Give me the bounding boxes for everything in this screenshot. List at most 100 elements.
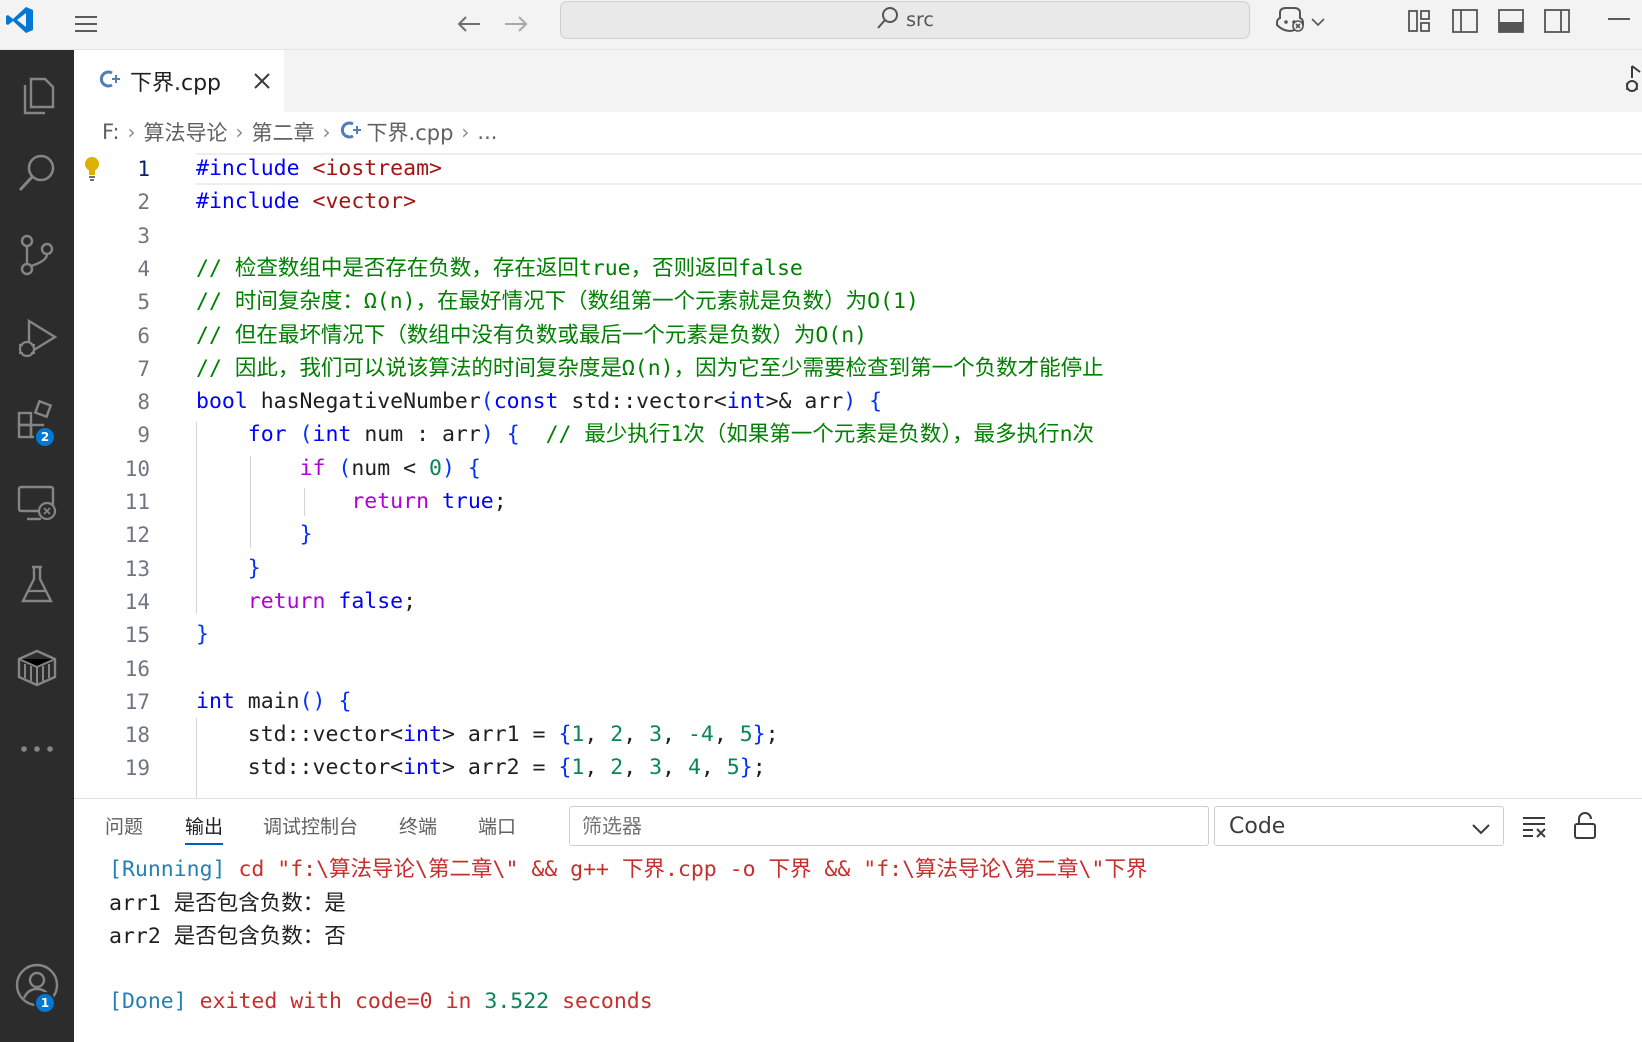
forward-arrow-icon[interactable] bbox=[500, 8, 532, 40]
code-line: #include <iostream> bbox=[196, 156, 442, 181]
tab-terminal[interactable]: 终端 bbox=[399, 799, 437, 851]
tab-problems[interactable]: 问题 bbox=[105, 799, 143, 851]
search-icon bbox=[876, 6, 900, 35]
testing-icon[interactable] bbox=[0, 550, 74, 620]
line-number: 7 bbox=[137, 356, 150, 381]
line-number: 17 bbox=[124, 689, 150, 714]
breadcrumb: F: › 算法导论 › 第二章 › 下界.cpp › ... bbox=[74, 112, 1642, 152]
line-number: 14 bbox=[124, 589, 150, 614]
clear-output-icon[interactable] bbox=[1519, 809, 1551, 843]
breadcrumb-subfolder[interactable]: 第二章 bbox=[252, 117, 315, 147]
output-channel-value: Code bbox=[1229, 813, 1286, 839]
copilot-button[interactable] bbox=[1268, 4, 1332, 38]
tab-ports[interactable]: 端口 bbox=[478, 799, 516, 851]
remote-explorer-icon[interactable] bbox=[0, 468, 74, 538]
done-text: in bbox=[432, 989, 485, 1014]
code-line: } bbox=[299, 522, 313, 548]
command-center-search[interactable]: src bbox=[560, 1, 1250, 39]
code-line: if (num < 0) { bbox=[299, 455, 481, 481]
output-line: arr1 是否包含负数：是 bbox=[109, 891, 346, 916]
run-command: cd "f:\算法导论\第二章\" && g++ 下界.cpp -o 下界 &&… bbox=[225, 857, 1148, 882]
customize-layout-icon[interactable] bbox=[1402, 4, 1436, 38]
line-number: 11 bbox=[124, 490, 150, 514]
breadcrumb-drive[interactable]: F: bbox=[102, 120, 120, 144]
code-line: // 因此，我们可以说该算法的时间复杂度是Ω(n)，因为它至少需要检查到第一个负… bbox=[196, 355, 1104, 381]
minimize-icon[interactable] bbox=[1608, 18, 1630, 20]
line-number: 3 bbox=[137, 223, 150, 248]
accounts-icon[interactable]: 1 bbox=[0, 950, 74, 1020]
code-line: return false; bbox=[247, 588, 417, 614]
line-number: 8 bbox=[137, 390, 150, 415]
chevron-down-icon bbox=[1471, 817, 1491, 842]
code-line: #include <vector> bbox=[196, 189, 417, 215]
tab-output[interactable]: 输出 bbox=[185, 799, 224, 851]
code-line: } bbox=[247, 555, 261, 581]
line-number: 19 bbox=[124, 756, 150, 781]
line-number: 2 bbox=[137, 190, 150, 215]
source-control-icon[interactable] bbox=[0, 220, 74, 290]
title-bar: src bbox=[0, 0, 1642, 50]
extensions-icon[interactable]: 2 bbox=[0, 386, 74, 456]
output-line: arr2 是否包含负数：否 bbox=[109, 924, 346, 949]
run-debug-icon[interactable] bbox=[0, 302, 74, 372]
line-number: 15 bbox=[124, 623, 150, 648]
breadcrumb-folder[interactable]: 算法导论 bbox=[144, 117, 228, 147]
output-channel-select[interactable]: Code bbox=[1214, 806, 1504, 846]
search-text: src bbox=[906, 9, 934, 31]
line-number: 16 bbox=[124, 656, 150, 681]
extensions-badge: 2 bbox=[34, 426, 56, 448]
line-number: 9 bbox=[137, 423, 150, 448]
code-line: return true; bbox=[351, 489, 507, 514]
more-icon[interactable] bbox=[0, 714, 74, 784]
code-line: std::vector<int> arr2 = {1, 2, 3, 4, 5}; bbox=[196, 755, 766, 781]
breadcrumb-symbol[interactable]: ... bbox=[477, 120, 497, 144]
run-code-icon[interactable] bbox=[1618, 64, 1642, 94]
close-icon[interactable] bbox=[249, 68, 275, 94]
line-number: 12 bbox=[124, 523, 150, 548]
bottom-panel: 问题 输出 调试控制台 终端 端口 Code [Running] cd "f:\… bbox=[74, 798, 1642, 1042]
code-line: // 但在最坏情况下（数组中没有负数或最后一个元素是负数）为O(n) bbox=[196, 322, 868, 348]
chevron-right-icon: › bbox=[322, 120, 331, 144]
line-number: 13 bbox=[124, 556, 150, 581]
running-tag: [Running] bbox=[109, 857, 226, 882]
breadcrumb-file[interactable]: 下界.cpp bbox=[367, 117, 454, 147]
editor-tab-bar: 下界.cpp bbox=[74, 50, 1642, 112]
done-text: seconds bbox=[549, 989, 653, 1014]
code-editor[interactable]: 1 2 3 4 5 6 7 8 9 10 11 12 13 14 15 16 17 18 19 #include <… bbox=[74, 152, 1642, 798]
accounts-badge: 1 bbox=[34, 992, 56, 1014]
code-line: bool hasNegativeNumber(const std::vector… bbox=[196, 389, 883, 415]
cpp-file-icon bbox=[98, 68, 120, 94]
exit-code: code=0 bbox=[354, 989, 433, 1014]
code-line: for (int num : arr) { // 最少执行1次（如果第一个元素是… bbox=[247, 422, 1095, 448]
vscode-logo-icon bbox=[0, 0, 40, 40]
chevron-right-icon: › bbox=[461, 120, 470, 144]
line-number: 10 bbox=[124, 456, 150, 481]
line-number: 4 bbox=[137, 256, 150, 281]
editor-tab[interactable]: 下界.cpp bbox=[74, 50, 284, 112]
output-line-running: [Running] cd "f:\算法导论\第二章\" && g++ 下界.cp… bbox=[109, 853, 1147, 887]
search-icon[interactable] bbox=[0, 138, 74, 208]
code-line: std::vector<int> arr1 = {1, 2, 3, -4, 5}… bbox=[196, 722, 779, 748]
lock-scroll-icon[interactable] bbox=[1569, 809, 1601, 843]
code-line: int main() { bbox=[196, 688, 352, 714]
filter-input[interactable] bbox=[569, 806, 1209, 846]
menu-icon[interactable] bbox=[70, 8, 102, 40]
explorer-icon[interactable] bbox=[0, 60, 74, 130]
line-number: 5 bbox=[137, 290, 150, 315]
elapsed-time: 3.522 bbox=[484, 989, 550, 1014]
containers-icon[interactable] bbox=[0, 632, 74, 702]
line-number: 18 bbox=[124, 723, 150, 748]
back-arrow-icon[interactable] bbox=[453, 8, 485, 40]
toggle-primary-sidebar-icon[interactable] bbox=[1448, 4, 1482, 38]
line-number: 6 bbox=[137, 323, 150, 348]
done-tag: [Done] bbox=[109, 989, 187, 1014]
toggle-secondary-sidebar-icon[interactable] bbox=[1540, 4, 1574, 38]
cpp-file-icon bbox=[339, 119, 361, 146]
toggle-panel-icon[interactable] bbox=[1494, 4, 1528, 38]
code-line: } bbox=[196, 622, 209, 648]
chevron-right-icon: › bbox=[235, 120, 244, 144]
output-line-done: [Done] exited with code=0 in 3.522 secon… bbox=[109, 985, 653, 1019]
tab-debug-console[interactable]: 调试控制台 bbox=[263, 799, 358, 851]
activity-bar: 2 1 bbox=[0, 50, 74, 1042]
tab-label: 下界.cpp bbox=[130, 71, 222, 96]
